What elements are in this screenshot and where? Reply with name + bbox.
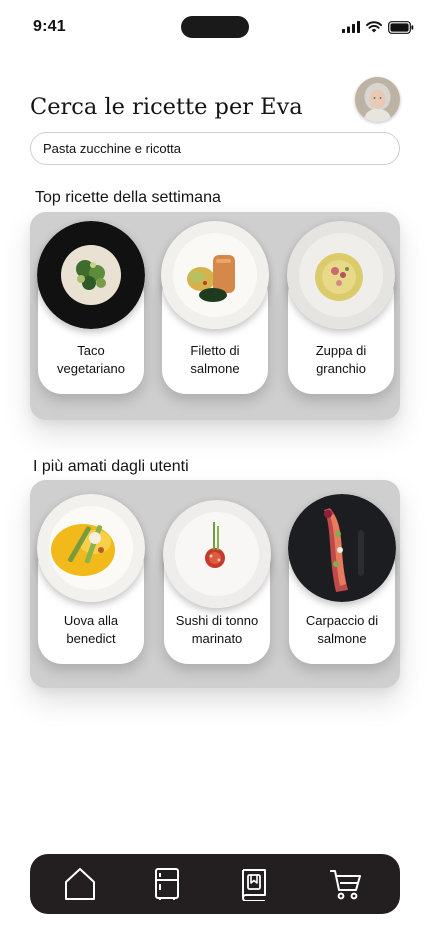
page-title: Cerca le ricette per Eva	[30, 94, 303, 120]
search-input[interactable]	[30, 132, 400, 165]
nav-home[interactable]	[62, 866, 98, 902]
white-plate-icon	[37, 494, 145, 602]
header: Cerca le ricette per Eva	[30, 77, 400, 124]
recipe-label: Uova alla benedict	[63, 613, 119, 646]
bottom-nav	[30, 854, 400, 914]
status-bar: 9:41	[0, 0, 430, 56]
top-recipes-panel: Taco vegetariano Filetto di salmone Zupp…	[30, 212, 400, 420]
recipe-label: Zuppa di granchio	[315, 343, 367, 376]
black-plate-icon	[37, 221, 145, 329]
section-title-top-week: Top ricette della settimana	[35, 189, 221, 206]
nav-cart[interactable]	[327, 866, 363, 902]
cart-icon	[330, 870, 361, 900]
recipe-label: Filetto di salmone	[190, 343, 240, 376]
battery-icon	[388, 20, 414, 34]
dynamic-island	[181, 16, 249, 38]
recipe-card-sushi-di-tonno-marinato[interactable]: Sushi di tonno marinato	[163, 490, 271, 664]
black-plate-icon	[288, 494, 396, 602]
section-title-most-loved: I più amati dagli utenti	[33, 458, 189, 475]
home-icon	[65, 868, 95, 900]
fridge-icon	[155, 868, 179, 900]
white-plate-icon	[161, 221, 269, 329]
status-time: 9:41	[33, 18, 66, 35]
white-plate-icon	[163, 500, 271, 608]
user-avatar-icon	[355, 77, 400, 122]
signal-icon	[342, 21, 360, 33]
most-loved-panel: Uova alla benedict Sushi di tonno marina…	[30, 480, 400, 688]
recipe-card-taco-vegetariano[interactable]: Taco vegetariano	[37, 220, 145, 394]
recipe-card-zuppa-di-granchio[interactable]: Zuppa di granchio	[287, 220, 395, 394]
recipe-book-icon	[242, 869, 266, 901]
white-plate-icon	[287, 221, 395, 329]
recipe-label: Taco vegetariano	[57, 343, 125, 376]
wifi-icon	[366, 21, 382, 33]
recipe-card-uova-alla-benedict[interactable]: Uova alla benedict	[37, 490, 145, 664]
recipe-label: Sushi di tonno marinato	[175, 613, 259, 646]
recipe-card-carpaccio-di-salmone[interactable]: Carpaccio di salmone	[288, 490, 396, 664]
recipe-label: Carpaccio di salmone	[305, 613, 379, 646]
avatar[interactable]	[355, 77, 400, 122]
nav-fridge[interactable]	[149, 866, 185, 902]
status-icons	[342, 19, 414, 35]
recipe-card-filetto-di-salmone[interactable]: Filetto di salmone	[161, 220, 269, 394]
nav-recipe-book[interactable]	[236, 866, 272, 902]
